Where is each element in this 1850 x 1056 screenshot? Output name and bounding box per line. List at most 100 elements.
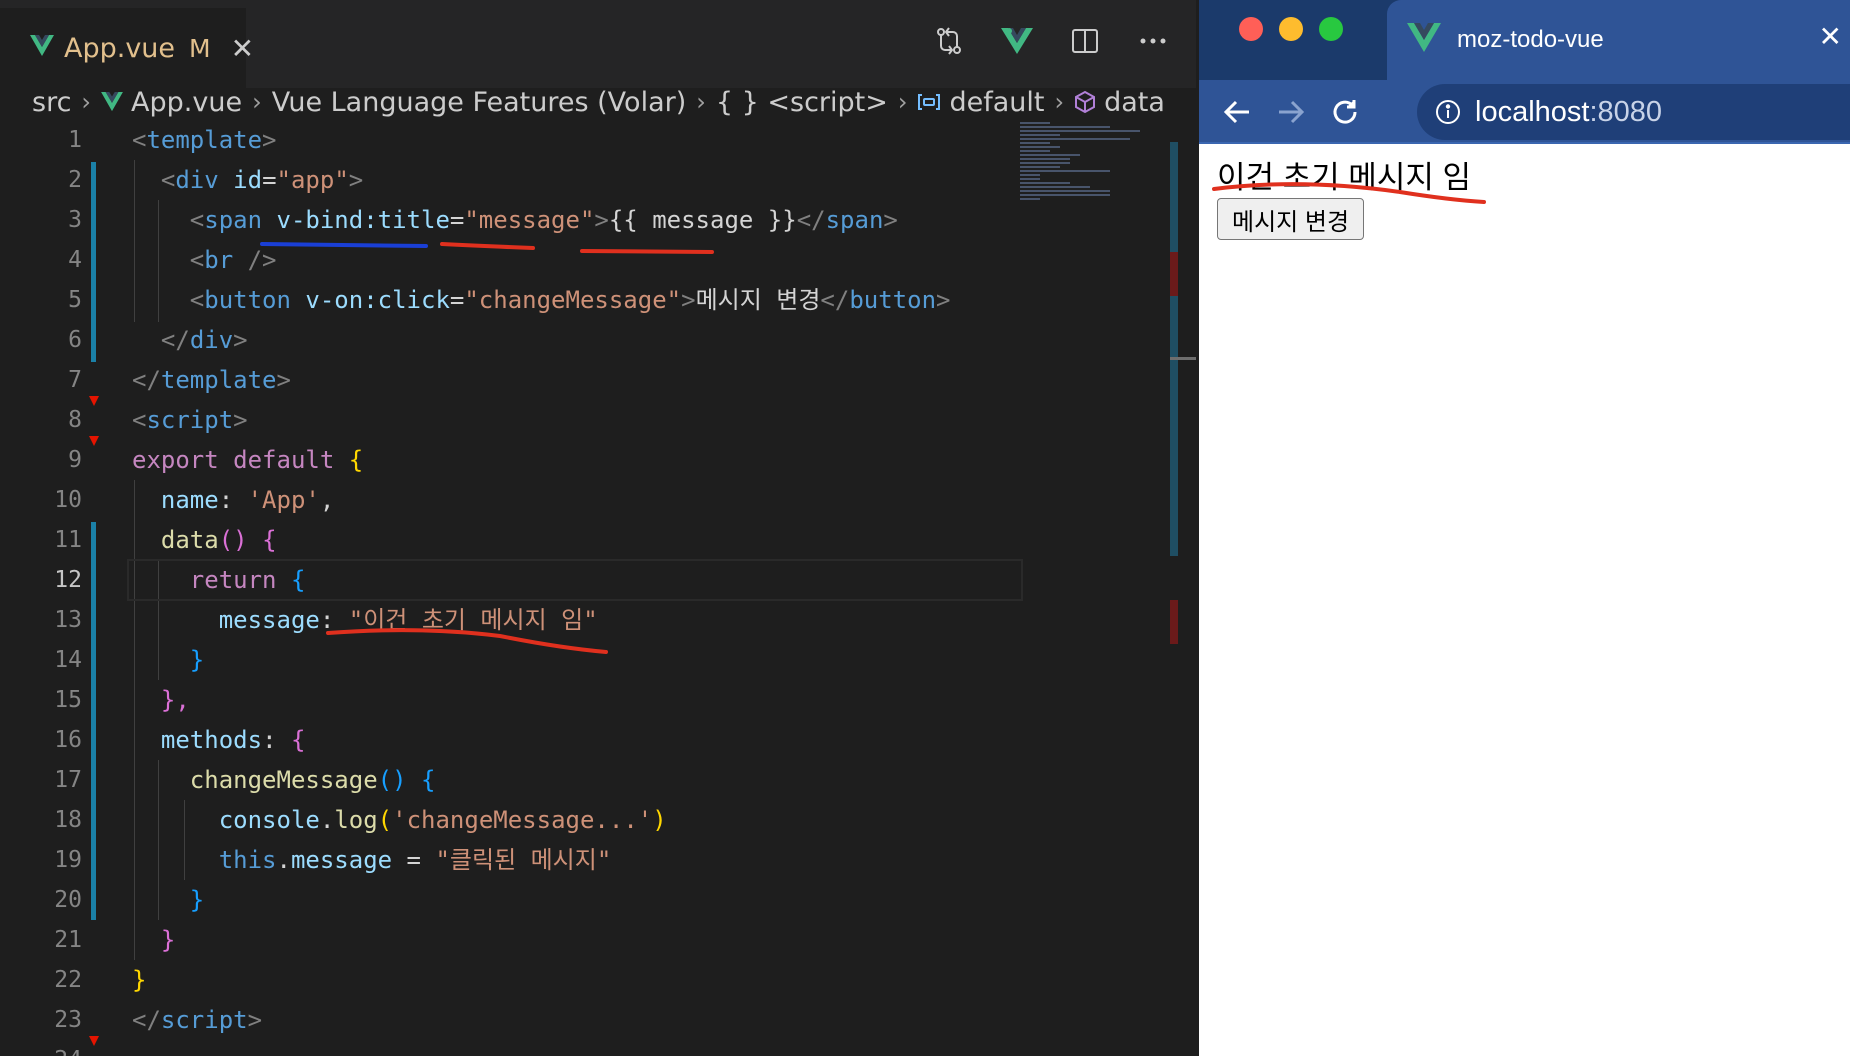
- code-line: methods: {: [160, 726, 306, 754]
- line-number: 15: [54, 687, 82, 713]
- line-number: 17: [54, 767, 82, 793]
- line-number: 16: [54, 727, 82, 753]
- url-port: :8080: [1589, 95, 1663, 128]
- change-message-button[interactable]: 메시지 변경: [1217, 198, 1365, 240]
- code-line: name: 'App',: [160, 486, 335, 514]
- chevron-right-icon: ›: [252, 88, 262, 116]
- code-area[interactable]: <template> <div id="app"> <span v-bind:t…: [127, 120, 1023, 1040]
- window-close-button[interactable]: [1239, 17, 1263, 41]
- code-line: }: [189, 886, 205, 914]
- code-editor: App.vue M ✕ src › App.vue › Vue Language…: [0, 0, 1196, 1056]
- git-modified-marker: [91, 162, 96, 362]
- symbol-method-icon: [1075, 90, 1096, 114]
- chevron-right-icon: ›: [81, 88, 92, 116]
- git-compare-icon[interactable]: [932, 24, 966, 58]
- line-number: 18: [54, 807, 82, 833]
- editor-actions: [932, 24, 1170, 58]
- chevron-right-icon: ›: [897, 88, 908, 116]
- breadcrumb-language[interactable]: Vue Language Features (Volar): [272, 87, 687, 118]
- breadcrumb-file[interactable]: App.vue: [101, 87, 242, 118]
- window-zoom-button[interactable]: [1319, 17, 1343, 41]
- tab-modified-badge: M: [189, 33, 211, 63]
- breadcrumb: src › App.vue › Vue Language Features (V…: [32, 82, 1165, 122]
- url-host: localhost: [1475, 95, 1590, 128]
- symbol-variable-icon: [918, 94, 941, 110]
- code-line: }: [160, 926, 176, 954]
- browser-tab-title: moz-todo-vue: [1457, 26, 1604, 53]
- code-line: <span v-bind:title="message">{{ message …: [189, 206, 898, 234]
- code-line: </script>: [132, 1006, 263, 1034]
- line-number: 21: [54, 927, 82, 953]
- vertical-scrollbar[interactable]: [1170, 142, 1178, 556]
- browser-toolbar: localhost:8080: [1199, 80, 1850, 144]
- line-number: 19: [54, 847, 82, 873]
- code-line: }: [132, 966, 147, 994]
- breadcrumb-data-label: data: [1104, 86, 1165, 118]
- scrollbar-cursor-marker: [1170, 357, 1196, 360]
- code-line: },: [160, 686, 190, 714]
- code-line: console.log('changeMessage...'): [218, 806, 667, 834]
- scrollbar-change-marker: [1170, 252, 1178, 296]
- arrow-left-icon: [1223, 100, 1249, 124]
- code-line: data() {: [160, 526, 277, 554]
- line-number: 6: [68, 327, 82, 353]
- tab-filename: App.vue: [64, 32, 176, 64]
- breadcrumb-script[interactable]: { } <script>: [716, 87, 888, 118]
- forward-button[interactable]: [1269, 90, 1313, 134]
- line-number: 4: [68, 247, 82, 273]
- line-number: 10: [54, 487, 82, 513]
- line-number: 8: [68, 407, 82, 433]
- breadcrumb-default[interactable]: default: [917, 87, 1045, 118]
- code-line: changeMessage() {: [189, 766, 436, 794]
- git-deleted-marker: [89, 1036, 99, 1046]
- code-line: </template>: [132, 366, 291, 394]
- window-minimize-button[interactable]: [1279, 17, 1303, 41]
- chevron-right-icon: ›: [696, 88, 706, 116]
- code-line: <br />: [189, 246, 277, 274]
- reload-button[interactable]: [1323, 90, 1367, 134]
- reload-icon: [1333, 100, 1357, 124]
- line-number: 3: [68, 207, 82, 233]
- line-number: 7: [68, 367, 82, 393]
- line-number: 20: [54, 887, 82, 913]
- browser-titlebar: moz-todo-vue ✕: [1199, 0, 1850, 80]
- line-number: 14: [54, 647, 82, 673]
- code-line: </div>: [160, 326, 248, 354]
- line-number-gutter: 1 2 3 4 5 6 7 8 9 10 11 12 13 14 15 16 1…: [0, 120, 92, 1056]
- code-line: <div id="app">: [160, 166, 364, 194]
- code-line: export default {: [132, 446, 364, 474]
- line-number: 11: [54, 527, 82, 553]
- code-line-current: return {: [127, 559, 1023, 601]
- editor-tab-bar: App.vue M ✕: [0, 0, 1196, 88]
- line-number: 22: [54, 967, 82, 993]
- breadcrumb-file-label: App.vue: [131, 86, 243, 118]
- back-button[interactable]: [1215, 90, 1259, 134]
- split-editor-icon[interactable]: [1068, 24, 1102, 58]
- git-deleted-marker: [89, 396, 99, 406]
- scrollbar-change-marker: [1170, 600, 1178, 644]
- minimap[interactable]: [1020, 120, 1160, 240]
- git-deleted-marker: [89, 436, 99, 446]
- more-actions-icon[interactable]: [1136, 24, 1170, 58]
- code-line: <template>: [132, 126, 277, 154]
- chevron-right-icon: ›: [1054, 88, 1065, 116]
- git-modified-marker: [91, 522, 96, 920]
- breadcrumb-data[interactable]: data: [1074, 87, 1165, 118]
- editor-tab-app-vue[interactable]: App.vue M ✕: [0, 8, 254, 88]
- page-message-span: 이건 초기 메시지 임: [1217, 160, 1471, 195]
- browser-tab-close-icon[interactable]: ✕: [1819, 20, 1842, 53]
- vue-file-icon: [30, 35, 54, 61]
- tab-close-icon[interactable]: ✕: [231, 32, 254, 65]
- breadcrumb-src[interactable]: src: [32, 87, 71, 118]
- browser-tab[interactable]: moz-todo-vue ✕: [1387, 0, 1850, 80]
- line-number: 2: [68, 167, 82, 193]
- arrow-right-icon: [1279, 100, 1305, 124]
- code-line: message: "이건 초기 메시지 임": [218, 606, 598, 634]
- browser-window: moz-todo-vue ✕ localhost:8080 이건 초기 메시지 …: [1199, 0, 1850, 1056]
- line-number: 13: [54, 607, 82, 633]
- line-number: 1: [68, 127, 82, 153]
- address-bar[interactable]: localhost:8080: [1417, 84, 1850, 140]
- code-line: <button v-on:click="changeMessage">메시지 변…: [189, 286, 951, 314]
- vue-devtools-icon[interactable]: [1000, 24, 1034, 58]
- line-number-active: 12: [54, 567, 82, 593]
